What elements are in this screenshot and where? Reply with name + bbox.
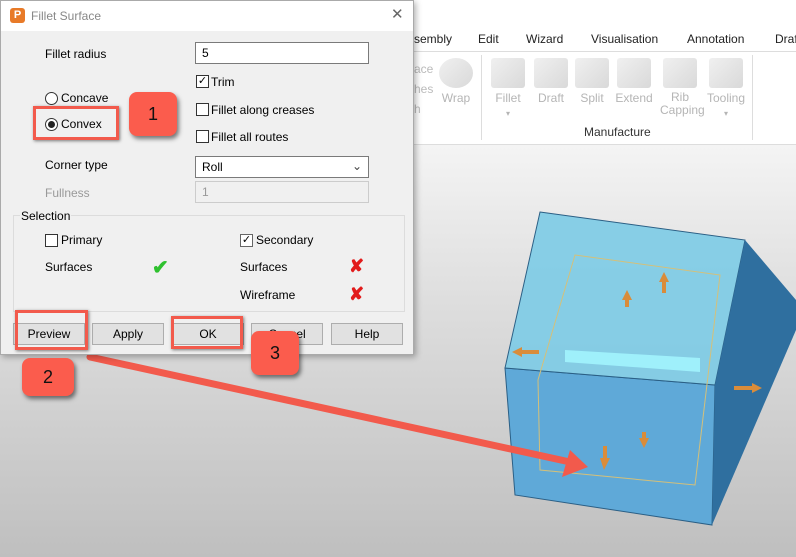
- close-icon[interactable]: ✕: [391, 5, 404, 23]
- primary-checkbox[interactable]: [45, 234, 58, 247]
- corner-type-label: Corner type: [45, 158, 108, 172]
- checkmark-icon: ✔: [152, 257, 169, 279]
- fillet-along-creases-checkbox[interactable]: [196, 103, 209, 116]
- fullness-label: Fullness: [45, 186, 90, 200]
- fillet-surface-dialog: P Fillet Surface ✕ Fillet radius 5 ✓ Tri…: [0, 0, 414, 355]
- fillet-radius-label: Fillet radius: [45, 47, 107, 61]
- trim-label: Trim: [211, 75, 235, 89]
- selection-title: Selection: [20, 209, 72, 223]
- fullness-input[interactable]: 1: [195, 181, 369, 203]
- cross-icon: ✘: [349, 256, 365, 276]
- cross-icon: ✘: [349, 284, 365, 304]
- step-badge-1: 1: [129, 92, 177, 136]
- step-badge-2: 2: [22, 358, 74, 396]
- concave-label: Concave: [61, 91, 109, 105]
- secondary-surfaces-label: Surfaces: [240, 260, 288, 274]
- corner-type-select[interactable]: Roll ⌄: [195, 156, 369, 178]
- trim-checkbox[interactable]: ✓: [196, 75, 209, 88]
- step-badge-3: 3: [251, 331, 299, 375]
- fillet-all-routes-label: Fillet all routes: [211, 130, 289, 144]
- fillet-all-routes-checkbox[interactable]: [196, 130, 209, 143]
- chevron-down-icon: ⌄: [351, 159, 362, 173]
- dialog-titlebar[interactable]: P Fillet Surface ✕: [1, 1, 413, 31]
- highlight-preview: [15, 310, 88, 350]
- primary-surfaces-label: Surfaces: [45, 260, 93, 274]
- dialog-title: Fillet Surface: [31, 9, 102, 23]
- highlight-ok: [171, 316, 243, 349]
- secondary-label: Secondary: [256, 233, 314, 247]
- cube-front-face: [504, 367, 716, 526]
- wireframe-label: Wireframe: [240, 288, 296, 302]
- corner-type-value: Roll: [202, 160, 223, 174]
- annotation-arrow-line: [86, 353, 574, 466]
- apply-button[interactable]: Apply: [92, 323, 164, 345]
- help-button[interactable]: Help: [331, 323, 403, 345]
- primary-label: Primary: [61, 233, 103, 247]
- app-logo-icon: P: [10, 8, 25, 23]
- fillet-radius-input[interactable]: 5: [195, 42, 369, 64]
- secondary-checkbox[interactable]: ✓: [240, 234, 253, 247]
- fillet-along-creases-label: Fillet along creases: [211, 103, 315, 117]
- highlight-convex: [33, 106, 119, 140]
- concave-radio[interactable]: [45, 92, 58, 105]
